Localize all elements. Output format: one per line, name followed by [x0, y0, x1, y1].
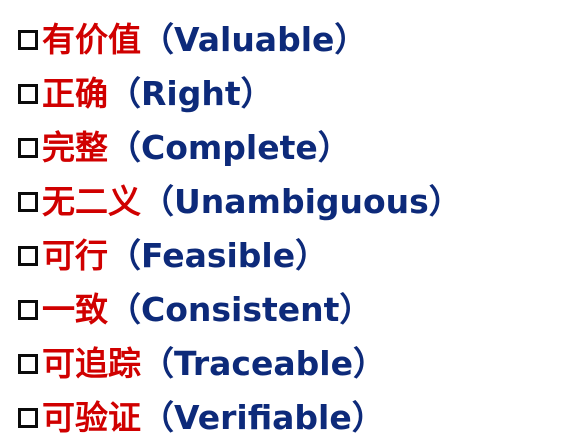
hollow-square-bullet-icon — [18, 354, 38, 374]
item-chinese-label: 可追踪 — [42, 343, 141, 383]
list-item-right: 正确 （Right） — [18, 66, 572, 120]
hollow-square-bullet-icon — [18, 300, 38, 320]
hollow-square-bullet-icon — [18, 408, 38, 428]
list-item-valuable: 有价值 （Valuable） — [18, 12, 572, 66]
item-english-label: （Right） — [108, 73, 274, 113]
item-chinese-label: 有价值 — [42, 19, 141, 59]
list-item-verifiable: 可验证 （Verifiable） — [18, 390, 572, 444]
item-chinese-label: 一致 — [42, 289, 108, 329]
item-chinese-label: 完整 — [42, 127, 108, 167]
item-chinese-label: 可行 — [42, 235, 108, 275]
item-english-label: （Valuable） — [141, 19, 368, 59]
item-chinese-label: 正确 — [42, 73, 108, 113]
item-english-label: （Complete） — [108, 127, 351, 167]
list-item-complete: 完整 （Complete） — [18, 120, 572, 174]
hollow-square-bullet-icon — [18, 84, 38, 104]
list-item-traceable: 可追踪 （Traceable） — [18, 336, 572, 390]
hollow-square-bullet-icon — [18, 138, 38, 158]
item-english-label: （Unambiguous） — [141, 181, 462, 221]
item-chinese-label: 无二义 — [42, 181, 141, 221]
hollow-square-bullet-icon — [18, 30, 38, 50]
list-item-unambiguous: 无二义 （Unambiguous） — [18, 174, 572, 228]
hollow-square-bullet-icon — [18, 246, 38, 266]
item-chinese-label: 可验证 — [42, 397, 141, 437]
list-item-feasible: 可行 （Feasible） — [18, 228, 572, 282]
item-english-label: （Traceable） — [141, 343, 386, 383]
item-english-label: （Verifiable） — [141, 397, 385, 437]
item-english-label: （Consistent） — [108, 289, 373, 329]
list-item-consistent: 一致 （Consistent） — [18, 282, 572, 336]
hollow-square-bullet-icon — [18, 192, 38, 212]
requirements-quality-list: 有价值 （Valuable） 正确 （Right） 完整 （Complete） … — [18, 12, 572, 444]
item-english-label: （Feasible） — [108, 235, 329, 275]
